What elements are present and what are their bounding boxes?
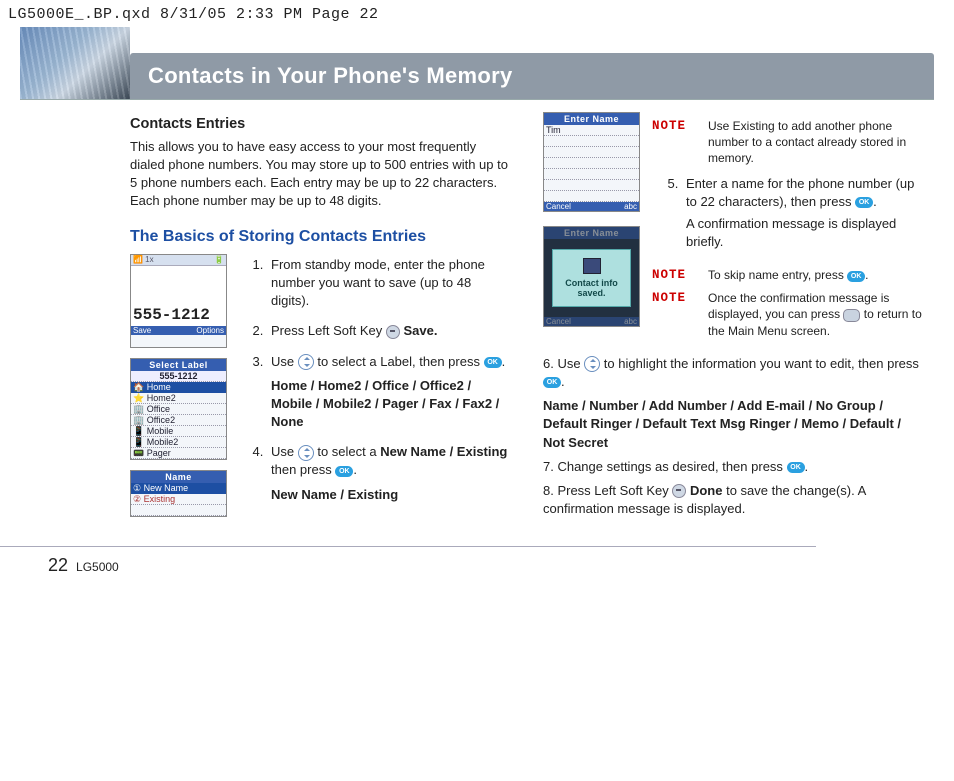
save-disk-icon	[583, 258, 601, 274]
step-4: Use to select a New Name / Existing then…	[267, 441, 513, 514]
title-row: Contacts in Your Phone's Memory	[20, 27, 934, 99]
screenshot-number: 555-1212	[131, 266, 226, 326]
screenshot-saved: Enter Name Contact infosaved. Cancelabc	[543, 226, 640, 327]
page-footer: 22 LG5000	[0, 546, 816, 576]
ok-key-icon: OK	[335, 466, 353, 477]
label-options: Home / Home2 / Office / Office2 / Mobile…	[271, 377, 513, 432]
note-return-menu: NOTE Once the confirmation message is di…	[652, 290, 926, 339]
clr-key-icon	[843, 309, 860, 322]
note-skip-name: NOTE To skip name entry, press OK.	[652, 267, 926, 284]
left-soft-key-icon	[386, 325, 400, 339]
screenshot-name: Name ① New Name ② Existing	[130, 470, 227, 517]
nav-key-icon	[298, 354, 314, 370]
ok-key-icon: OK	[543, 377, 561, 388]
note-use-existing: NOTE Use Existing to add another phone n…	[652, 118, 926, 167]
step-6: 6. Use to highlight the information you …	[543, 355, 926, 391]
heading-basics: The Basics of Storing Contacts Entries	[130, 228, 513, 246]
nav-key-icon	[298, 445, 314, 461]
screenshot-enter-name: Enter Name Tim Cancelabc	[543, 112, 640, 212]
edit-options: Name / Number / Add Number / Add E-mail …	[543, 397, 926, 452]
page-title: Contacts in Your Phone's Memory	[130, 53, 934, 99]
step-3: Use to select a Label, then press OK. Ho…	[267, 351, 513, 442]
right-column: Enter Name Tim Cancelabc Enter Name Cont…	[543, 112, 926, 524]
paragraph-intro: This allows you to have easy access to y…	[130, 138, 513, 210]
step-8: 8. Press Left Soft Key Done to save the …	[543, 482, 926, 518]
left-column: Contacts Entries This allows you to have…	[130, 112, 513, 524]
screenshot-select-label: Select Label 555-1212 🏠 Home ⭐ Home2 🏢 O…	[130, 358, 227, 460]
step-1: From standby mode, enter the phone numbe…	[267, 254, 513, 321]
model-number: LG5000	[76, 560, 119, 574]
screenshot-standby: 📶 1x🔋 555-1212 SaveOptions	[130, 254, 227, 348]
ok-key-icon: OK	[855, 197, 873, 208]
crop-mark-header: LG5000E_.BP.qxd 8/31/05 2:33 PM Page 22	[0, 0, 954, 27]
left-soft-key-icon	[672, 484, 686, 498]
step-7: 7. Change settings as desired, then pres…	[543, 458, 926, 476]
name-options: New Name / Existing	[271, 486, 513, 504]
steps-list: From standby mode, enter the phone numbe…	[237, 254, 513, 514]
decorative-photo	[20, 27, 130, 99]
nav-key-icon	[584, 356, 600, 372]
content-columns: Contacts Entries This allows you to have…	[0, 100, 954, 534]
heading-contacts-entries: Contacts Entries	[130, 116, 513, 132]
step-5: Enter a name for the phone number (up to…	[682, 173, 926, 262]
step-2: Press Left Soft Key Save.	[267, 320, 513, 350]
ok-key-icon: OK	[484, 357, 502, 368]
ok-key-icon: OK	[847, 271, 865, 282]
page-number: 22	[48, 555, 68, 576]
steps-list-right: Enter a name for the phone number (up to…	[652, 173, 926, 262]
ok-key-icon: OK	[787, 462, 805, 473]
